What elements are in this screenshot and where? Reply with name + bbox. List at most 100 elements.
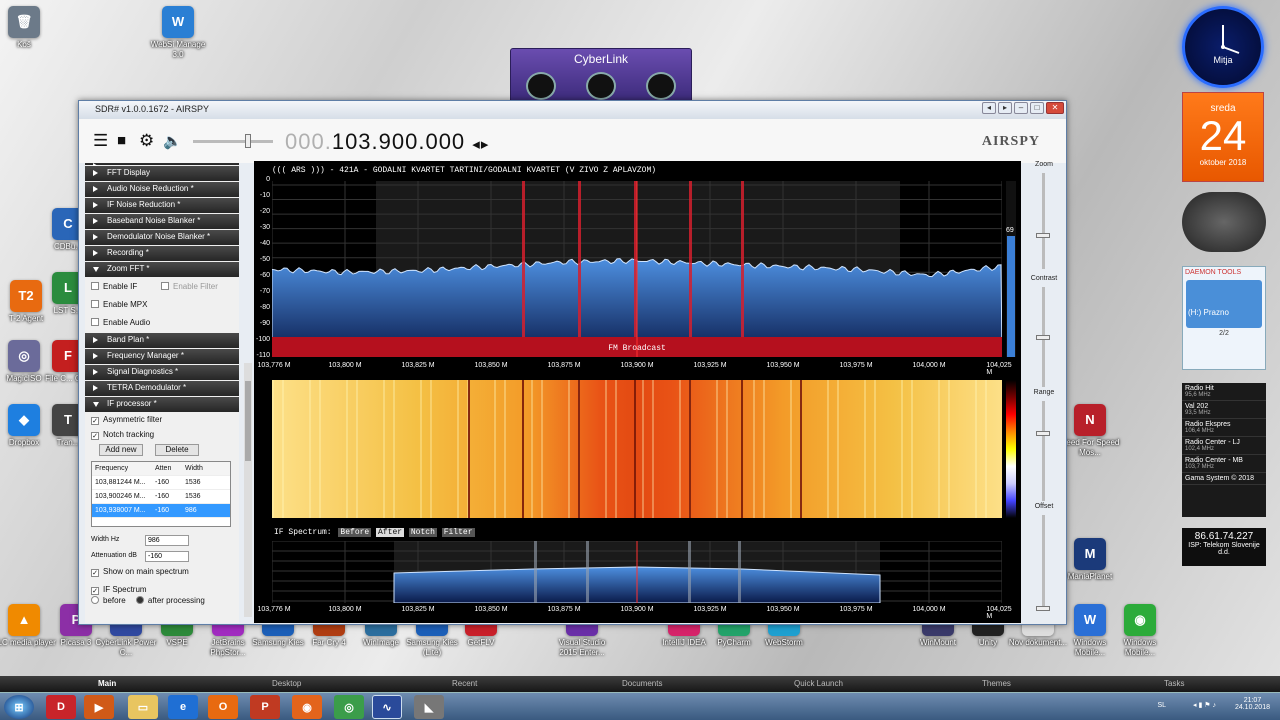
asymmetric-filter-box[interactable]: ✓ xyxy=(91,417,99,425)
contrast-slider-handle[interactable] xyxy=(1036,335,1050,340)
media-icon[interactable] xyxy=(586,72,616,100)
tune-arrows-icon[interactable]: ◂▸ xyxy=(472,136,489,153)
tray-clock[interactable]: 21:07 24.10.2018 xyxy=(1235,697,1270,711)
taskbar-ie-icon[interactable]: e xyxy=(168,695,198,719)
section-header[interactable]: Frequency Manager * xyxy=(85,349,239,364)
range-slider-handle[interactable] xyxy=(1036,431,1050,436)
taskbar-chrome-icon[interactable]: ◎ xyxy=(334,695,364,719)
dock-item[interactable]: Themes xyxy=(982,679,1011,688)
notch-tracking-checkbox[interactable]: ✓ Notch tracking xyxy=(85,428,239,443)
if-filter-button[interactable]: Filter xyxy=(441,528,475,537)
menu-icon[interactable]: ☰ xyxy=(93,131,108,151)
gear-icon[interactable]: ⚙ xyxy=(139,131,154,151)
start-button[interactable]: ⊞ xyxy=(4,695,34,719)
range-slider[interactable] xyxy=(1042,401,1045,501)
delete-button[interactable]: Delete xyxy=(155,444,199,456)
section-header[interactable]: IF processor * xyxy=(85,397,239,412)
radio-station[interactable]: Radio Ekspres 106,4 MHz xyxy=(1182,419,1266,437)
taskbar-explorer-icon[interactable]: ▭ xyxy=(128,695,158,719)
spectrum-area[interactable]: ((( ARS ))) - 421A - GODALNI KVARTET TAR… xyxy=(254,161,1021,623)
section-header[interactable]: Audio Noise Reduction * xyxy=(85,182,239,197)
disc-icon[interactable] xyxy=(646,72,676,100)
daemon-drive[interactable]: (H:) Prazno xyxy=(1186,280,1262,328)
table-row[interactable]: 103,938007 M... -160 986 xyxy=(92,504,230,518)
section-header[interactable]: Demodulator Noise Blanker * xyxy=(85,230,239,245)
enable-mpx-box[interactable] xyxy=(91,300,99,308)
if-spectrum-checkbox[interactable]: ✓ IF Spectrum xyxy=(85,580,239,595)
if-spectrum-plot[interactable] xyxy=(271,540,1003,604)
volume-slider-handle[interactable] xyxy=(245,134,251,148)
table-hscroll[interactable] xyxy=(92,518,230,526)
dock-item[interactable]: Quick Launch xyxy=(794,679,843,688)
col-width[interactable]: Width xyxy=(182,462,212,475)
add-new-button[interactable]: Add new xyxy=(99,444,143,456)
if-spectrum-panel[interactable]: IF Spectrum: Before After Notch Filter 1… xyxy=(254,523,1021,623)
enable-audio-box[interactable] xyxy=(91,318,99,326)
desktop-icon[interactable]: M ManiaPlanet xyxy=(1058,538,1122,582)
width-input[interactable] xyxy=(145,535,189,546)
enable-mpx-checkbox[interactable]: Enable MPX xyxy=(85,296,239,314)
section-header[interactable]: Zoom FFT * xyxy=(85,262,239,277)
col-atten[interactable]: Atten xyxy=(152,462,182,475)
section-header[interactable]: Band Plan * xyxy=(85,333,239,348)
section-header[interactable]: IF Noise Reduction * xyxy=(85,198,239,213)
taskbar-media-player-icon[interactable]: ▶ xyxy=(84,695,114,719)
close-button[interactable]: ✕ xyxy=(1046,102,1064,114)
table-row[interactable]: 103,900246 M... -160 1536 xyxy=(92,490,230,504)
spectrum-plot[interactable]: FM Broadcast xyxy=(272,181,1002,357)
lang-indicator[interactable]: SL xyxy=(1157,702,1166,709)
desktop-icon[interactable]: ◉ Windows Mobile... xyxy=(1108,604,1172,658)
volume-slider[interactable] xyxy=(193,134,273,148)
notch-tracking-box[interactable]: ✓ xyxy=(91,432,99,440)
if-before-button[interactable]: Before xyxy=(338,528,372,537)
waterfall[interactable] xyxy=(272,380,1002,518)
sdrsharp-window[interactable]: SDR# v1.0.0.1672 - AIRSPY ◂ ▸ – □ ✕ ☰ ■ … xyxy=(78,100,1067,625)
desktop-icon[interactable]: W WebSi Manage 3.0 xyxy=(146,6,210,60)
show-main-box[interactable]: ✓ xyxy=(91,569,99,577)
dock-item[interactable]: Desktop xyxy=(272,679,301,688)
taskbar-powerpoint-icon[interactable]: P xyxy=(250,695,280,719)
desktop-icon[interactable]: 🗑 Koš xyxy=(0,6,56,50)
radio-station[interactable]: Val 202 93,5 MHz xyxy=(1182,401,1266,419)
atten-input[interactable] xyxy=(145,551,189,562)
section-header[interactable]: Recording * xyxy=(85,246,239,261)
dock-item[interactable]: Documents xyxy=(622,679,662,688)
show-main-checkbox[interactable]: ✓ Show on main spectrum xyxy=(85,565,239,580)
cyberlink-widget[interactable]: CyberLink xyxy=(510,48,692,104)
zoom-slider-handle[interactable] xyxy=(1036,233,1050,238)
taskbar-app-2[interactable]: ◣ xyxy=(414,695,444,719)
if-notch-button[interactable]: Notch xyxy=(408,528,437,537)
dock-item[interactable]: Main xyxy=(98,679,116,688)
power-dvd-icon[interactable] xyxy=(526,72,556,100)
section-header[interactable]: Signal Diagnostics * xyxy=(85,365,239,380)
desktop-icon[interactable]: N Need For Speed Mos... xyxy=(1058,404,1122,458)
radio-station[interactable]: Radio Hit 95,6 MHz xyxy=(1182,383,1266,401)
offset-slider[interactable] xyxy=(1042,515,1045,611)
enable-audio-checkbox[interactable]: Enable Audio xyxy=(85,314,239,332)
maximize-button[interactable]: □ xyxy=(1030,102,1044,114)
restore-icon[interactable]: ◂ xyxy=(982,102,996,114)
if-after-button[interactable]: After xyxy=(376,528,405,537)
offset-slider-handle[interactable] xyxy=(1036,606,1050,611)
pin-icon[interactable]: ▸ xyxy=(998,102,1012,114)
radio-gadget[interactable]: Radio Hit 95,6 MHz Val 202 93,5 MHz Radio Ek… xyxy=(1182,383,1266,517)
col-frequency[interactable]: Frequency xyxy=(92,462,152,475)
left-panel-scrollbar[interactable] xyxy=(244,363,252,617)
before-radio[interactable] xyxy=(91,596,99,604)
asymmetric-filter-checkbox[interactable]: ✓ Asymmetric filter xyxy=(85,413,239,428)
volume-icon[interactable]: 🔈 xyxy=(163,132,182,150)
minimize-button[interactable]: – xyxy=(1014,102,1028,114)
taskbar-firefox-icon[interactable]: ◉ xyxy=(292,695,322,719)
taskbar-sdrsharp-icon[interactable]: ∿ xyxy=(372,695,402,719)
section-partial[interactable] xyxy=(85,163,239,169)
radio-station[interactable]: Radio Center - LJ 102,4 MHz xyxy=(1182,437,1266,455)
window-titlebar[interactable]: SDR# v1.0.0.1672 - AIRSPY ◂ ▸ – □ ✕ xyxy=(79,101,1066,119)
enable-if-box[interactable] xyxy=(91,282,99,290)
stop-icon[interactable]: ■ xyxy=(117,132,126,149)
taskbar-app-1[interactable]: D xyxy=(46,695,76,719)
section-header[interactable]: Baseband Noise Blanker * xyxy=(85,214,239,229)
radio-station[interactable]: Radio Center - MB 103,7 MHz xyxy=(1182,455,1266,473)
radio-station[interactable]: Gama System © 2018 xyxy=(1182,473,1266,485)
dock-item[interactable]: Recent xyxy=(452,679,477,688)
after-radio[interactable] xyxy=(135,596,144,604)
